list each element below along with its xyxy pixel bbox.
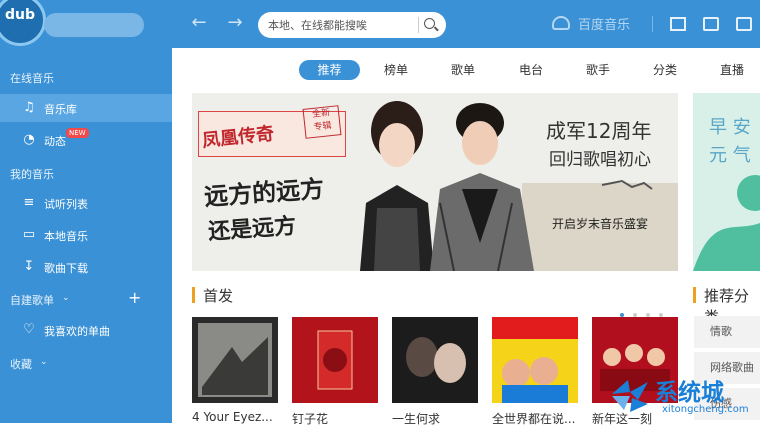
search-divider: [418, 17, 419, 33]
album-cover[interactable]: [192, 317, 278, 403]
music-note-icon: ♫: [23, 100, 35, 115]
album-title[interactable]: 全世界都在说...: [492, 410, 582, 427]
section-accent-bar: [192, 287, 195, 303]
sidebar-item-playlist[interactable]: ≡ 试听列表: [0, 189, 172, 217]
sidebar-section-favorites[interactable]: 收藏: [10, 356, 32, 372]
account-pill[interactable]: [44, 13, 144, 37]
shirt-icon[interactable]: [703, 17, 719, 31]
heart-icon: ♡: [23, 322, 35, 337]
chevron-down-icon[interactable]: ⌄: [40, 357, 48, 367]
sidebar-item-music-library[interactable]: ♫ 音乐库: [0, 94, 172, 122]
brand-name[interactable]: 百度音乐: [578, 14, 630, 33]
add-playlist-icon[interactable]: +: [128, 288, 141, 307]
sidebar-item-label: 动态: [44, 135, 66, 148]
search-input[interactable]: [268, 16, 418, 34]
sidebar-item-local-music[interactable]: ▭ 本地音乐: [0, 221, 172, 249]
search-box: [258, 12, 446, 38]
featured-banner[interactable]: 凤凰传奇 全新 专辑 远方的远方 还是远方 成军12周年 回归歌唱初心 开启岁末…: [192, 93, 678, 271]
new-album-badge: 全新 专辑: [302, 105, 342, 139]
sidebar-item-label: 本地音乐: [44, 230, 88, 243]
badge-line-2: 专辑: [313, 121, 332, 133]
sidebar-item-downloads[interactable]: ↧ 歌曲下载: [0, 253, 172, 281]
sidebar-section-my-music: 我的音乐: [10, 168, 54, 181]
top-bar: dub ← → 百度音乐: [0, 0, 760, 48]
watermark-text: 系统城: [655, 380, 724, 406]
tab-recommend[interactable]: 推荐: [299, 60, 360, 80]
activity-icon: ◔: [23, 132, 35, 147]
album-title[interactable]: 一生何求: [392, 410, 482, 427]
download-icon: ↧: [23, 259, 35, 274]
new-badge: NEW: [66, 128, 89, 138]
tab-radio[interactable]: 电台: [511, 60, 551, 80]
tab-playlists[interactable]: 歌单: [443, 60, 483, 80]
banner-headline: 成军12周年: [546, 119, 652, 143]
watermark-logo: [612, 380, 648, 412]
sidebar-item-liked-songs[interactable]: ♡ 我喜欢的单曲: [0, 316, 172, 344]
forward-arrow-icon[interactable]: →: [224, 12, 246, 33]
briefcase-icon[interactable]: [736, 17, 752, 31]
cloud-music-icon: [552, 16, 570, 30]
sidebar-section-custom-playlists[interactable]: 自建歌单: [10, 292, 54, 308]
banner-cta: 开启岁末音乐盛宴: [552, 217, 649, 231]
tab-live[interactable]: 直播: [712, 60, 752, 80]
sidebar-item-label: 歌曲下载: [44, 262, 88, 275]
back-arrow-icon[interactable]: ←: [188, 12, 210, 33]
album-title[interactable]: 钉子花: [292, 410, 382, 427]
mail-icon[interactable]: [670, 17, 686, 31]
search-icon[interactable]: [424, 18, 435, 29]
sidebar-item-label: 试听列表: [44, 198, 88, 211]
logo-text: dub: [5, 7, 36, 23]
chevron-down-icon[interactable]: ⌄: [62, 293, 70, 303]
sidebar: 在线音乐 ♫ 音乐库 ◔ 动态 NEW 我的音乐 ≡ 试听列表 ▭ 本地音乐 ↧…: [0, 48, 172, 423]
genre-item[interactable]: 情歌: [694, 316, 760, 348]
secondary-banner-art: [693, 175, 760, 271]
album-cover[interactable]: [292, 317, 378, 403]
secondary-banner[interactable]: 早 安 元 气: [693, 93, 760, 271]
album-cover[interactable]: [392, 317, 478, 403]
sidebar-item-label: 我喜欢的单曲: [44, 325, 110, 338]
secondary-banner-line-2: 元 气: [709, 145, 751, 166]
app-logo[interactable]: dub: [0, 0, 46, 46]
playlist-icon: ≡: [23, 195, 35, 210]
album-title[interactable]: 4 Your Eyez...: [192, 410, 282, 424]
monitor-icon: ▭: [22, 227, 36, 242]
sidebar-section-online: 在线音乐: [10, 72, 54, 85]
top-divider: [652, 16, 653, 32]
tab-categories[interactable]: 分类: [645, 60, 685, 80]
album-cover[interactable]: [492, 317, 578, 403]
secondary-banner-line-1: 早 安: [709, 117, 751, 138]
section-title-new-releases: 首发: [203, 287, 234, 305]
tab-artists[interactable]: 歌手: [578, 60, 618, 80]
sidebar-item-activity[interactable]: ◔ 动态 NEW: [0, 126, 172, 154]
banner-subline: 回归歌唱初心: [549, 150, 651, 170]
watermark-url: xitongcheng.com: [662, 404, 749, 415]
banner-slogan-2: 还是远方: [207, 212, 297, 246]
tab-charts[interactable]: 榜单: [376, 60, 416, 80]
sidebar-item-label: 音乐库: [44, 103, 77, 116]
category-tabs: 推荐 榜单 歌单 电台 歌手 分类 直播: [172, 48, 760, 90]
section-accent-bar: [693, 287, 696, 303]
